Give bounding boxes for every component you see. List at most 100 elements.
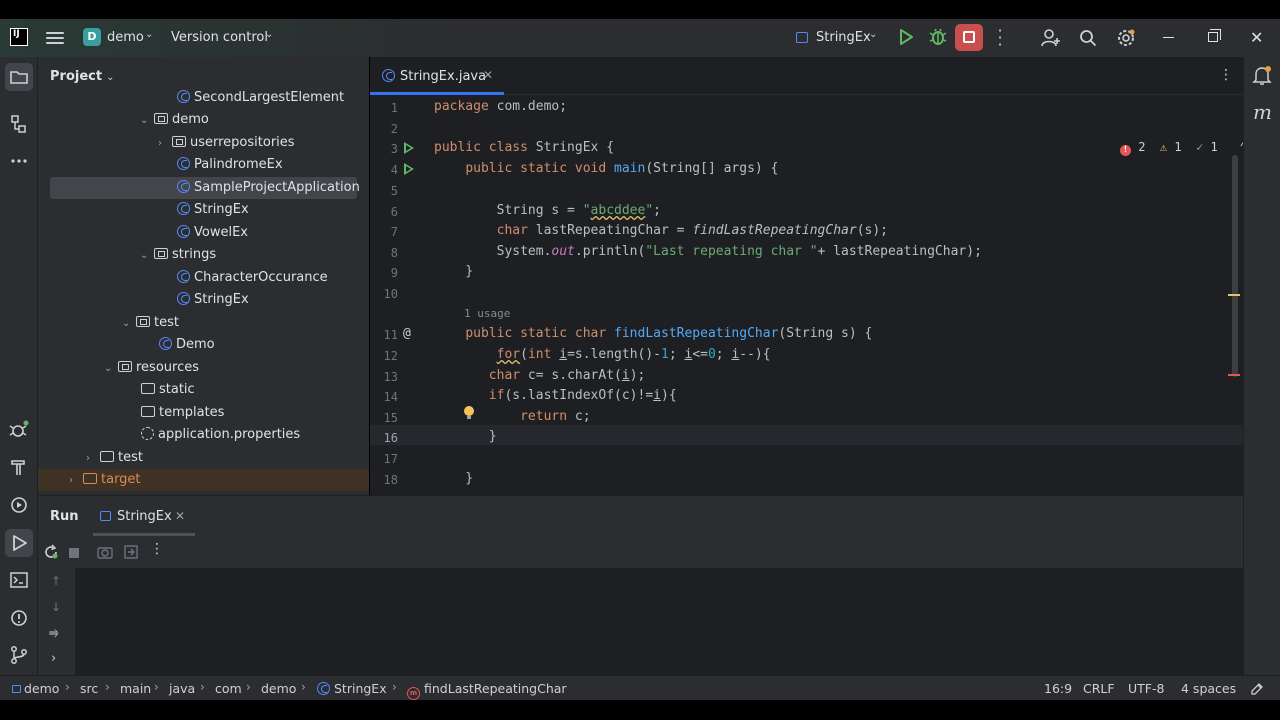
arrow-down-icon[interactable]: ↓ <box>51 600 61 614</box>
notifications-icon[interactable] <box>1252 65 1272 87</box>
chevron-down-icon[interactable]: ⌄ <box>265 29 273 40</box>
vcs-widget[interactable]: Version control <box>171 30 268 45</box>
tree-item[interactable]: PalindromeEx <box>177 154 283 176</box>
chevron-down-icon[interactable]: ⌄ <box>145 29 153 40</box>
run-config-selector[interactable]: StringEx <box>816 30 871 45</box>
tab-options-icon[interactable]: ⋮ <box>1219 67 1233 83</box>
git-branch-icon <box>11 646 27 664</box>
indent-setting[interactable]: 4 spaces <box>1181 681 1236 696</box>
run-tool-button[interactable] <box>5 529 33 557</box>
tree-item[interactable]: ⌄ strings <box>140 244 216 266</box>
problems-tool-button[interactable] <box>5 604 33 632</box>
run-main-gutter-icon[interactable] <box>404 163 414 175</box>
chevron-right-icon[interactable]: › <box>158 133 172 155</box>
console-output[interactable] <box>75 568 1243 676</box>
chevron-down-icon[interactable]: ⌄ <box>122 313 136 335</box>
search-icon[interactable] <box>1079 29 1097 47</box>
build-tool-button[interactable] <box>5 453 33 481</box>
breadcrumb-method[interactable]: m findLastRepeatingChar <box>407 681 567 700</box>
breadcrumb-item[interactable]: com <box>215 681 242 696</box>
tree-item[interactable]: Demo <box>159 334 215 356</box>
tree-item[interactable]: › target <box>38 469 369 491</box>
chevron-right-icon[interactable]: › <box>69 470 83 492</box>
tree-item[interactable]: static <box>141 379 195 401</box>
minimize-window-button[interactable] <box>1163 37 1174 38</box>
main-menu-icon[interactable] <box>46 29 64 47</box>
inspection-widget[interactable]: ! 2 ⚠ 1 ✓ 1 ⌃ ⌄ <box>1120 140 1243 156</box>
project-tool-button[interactable] <box>5 63 33 91</box>
run-class-gutter-icon[interactable] <box>404 142 414 154</box>
editor-panel: StringEx.java ✕ ⋮ 1 2 3 4 5 6 7 8 9 10 1… <box>370 57 1243 495</box>
tree-item-selected[interactable]: SampleProjectApplication <box>50 177 360 199</box>
code-area[interactable]: 1 2 3 4 5 6 7 8 9 10 11 12 13 14 15 16 1… <box>370 95 1243 495</box>
restore-layout-icon[interactable] <box>123 544 139 560</box>
run-tab-stringex[interactable]: StringEx ✕ <box>93 496 195 536</box>
project-badge[interactable]: D <box>83 28 101 46</box>
camera-icon[interactable] <box>97 544 113 560</box>
chevron-down-icon[interactable]: ⌄ <box>869 29 877 40</box>
run-toolbar: ⋮ <box>38 536 1243 568</box>
services-tool-button[interactable] <box>5 416 33 444</box>
tree-item[interactable]: SecondLargestElement <box>177 87 344 109</box>
run-icon[interactable] <box>897 28 915 46</box>
stop-button[interactable] <box>955 24 983 51</box>
close-tab-icon[interactable]: ✕ <box>175 509 185 523</box>
tree-item[interactable]: ⌄ demo <box>140 109 209 131</box>
project-panel-title[interactable]: Project ⌄ <box>50 69 114 84</box>
method-usage-gutter-icon[interactable]: @ <box>403 326 411 341</box>
arrow-up-icon[interactable]: ↑ <box>51 574 61 588</box>
breadcrumb-item[interactable]: demo <box>261 681 296 696</box>
tree-item[interactable]: VowelEx <box>177 222 248 244</box>
chevron-down-icon[interactable]: ⌄ <box>104 358 118 380</box>
soft-wrap-icon[interactable]: ⥤ <box>49 625 59 640</box>
run-services-tool-button[interactable] <box>5 491 33 519</box>
breadcrumb-item[interactable]: java <box>169 681 195 696</box>
rerun-icon[interactable] <box>43 544 59 560</box>
close-window-button[interactable]: ✕ <box>1250 28 1263 47</box>
line-number: 12 <box>383 349 398 363</box>
more-tools-button[interactable] <box>5 147 33 175</box>
git-tool-button[interactable] <box>5 641 33 669</box>
breadcrumb-item[interactable]: src <box>80 681 98 696</box>
editor-tab-stringex[interactable]: StringEx.java ✕ <box>370 57 504 95</box>
breadcrumb-item[interactable]: main <box>120 681 151 696</box>
settings-gear-icon[interactable] <box>1116 28 1136 48</box>
intellij-logo-icon[interactable]: IJ <box>10 28 28 46</box>
console-side-toolbar: ↑ ↓ ⥤ › <box>38 568 75 676</box>
tree-item[interactable]: CharacterOccurance <box>177 267 328 289</box>
restore-window-button[interactable] <box>1208 29 1221 42</box>
error-marker[interactable] <box>1228 374 1240 376</box>
usage-hint[interactable]: 1 usage <box>464 307 510 320</box>
file-encoding[interactable]: UTF-8 <box>1128 681 1164 696</box>
chevron-right-icon[interactable]: › <box>86 448 100 470</box>
debug-icon[interactable] <box>929 27 947 47</box>
breadcrumb-module[interactable]: demo <box>12 681 59 696</box>
chevron-right-icon[interactable]: › <box>51 651 56 666</box>
tree-item[interactable]: ⌄ resources <box>104 357 199 379</box>
tree-item[interactable]: › userrepositories <box>158 132 295 154</box>
terminal-tool-button[interactable] <box>5 566 33 594</box>
breadcrumb-class[interactable]: StringEx <box>317 681 387 696</box>
structure-tool-button[interactable] <box>5 110 33 138</box>
line-separator[interactable]: CRLF <box>1083 681 1115 696</box>
warning-marker[interactable] <box>1228 294 1240 296</box>
previous-highlight-icon[interactable]: ⌃ <box>1239 140 1243 154</box>
tree-item[interactable]: application.properties <box>141 424 300 446</box>
ai-assistant-icon[interactable]: m <box>1253 100 1272 124</box>
tree-item[interactable]: StringEx <box>177 289 249 311</box>
editor-scrollbar[interactable] <box>1232 155 1238 377</box>
project-selector[interactable]: demo <box>107 30 144 45</box>
tree-item[interactable]: ⌄ test <box>122 312 179 334</box>
chevron-down-icon[interactable]: ⌄ <box>140 110 154 132</box>
tree-item[interactable]: StringEx <box>177 199 249 221</box>
stop-icon[interactable] <box>69 548 79 558</box>
more-actions-icon[interactable]: · · · <box>995 23 1005 53</box>
caret-position[interactable]: 16:9 <box>1044 681 1072 696</box>
more-actions-icon[interactable]: ⋮ <box>150 541 164 557</box>
chevron-down-icon[interactable]: ⌄ <box>140 245 154 267</box>
read-only-toggle-icon[interactable] <box>1250 682 1264 696</box>
tree-item[interactable]: templates <box>141 402 224 424</box>
close-tab-icon[interactable]: ✕ <box>483 68 493 82</box>
tree-item[interactable]: › test <box>86 447 143 469</box>
add-user-icon[interactable] <box>1041 28 1061 48</box>
